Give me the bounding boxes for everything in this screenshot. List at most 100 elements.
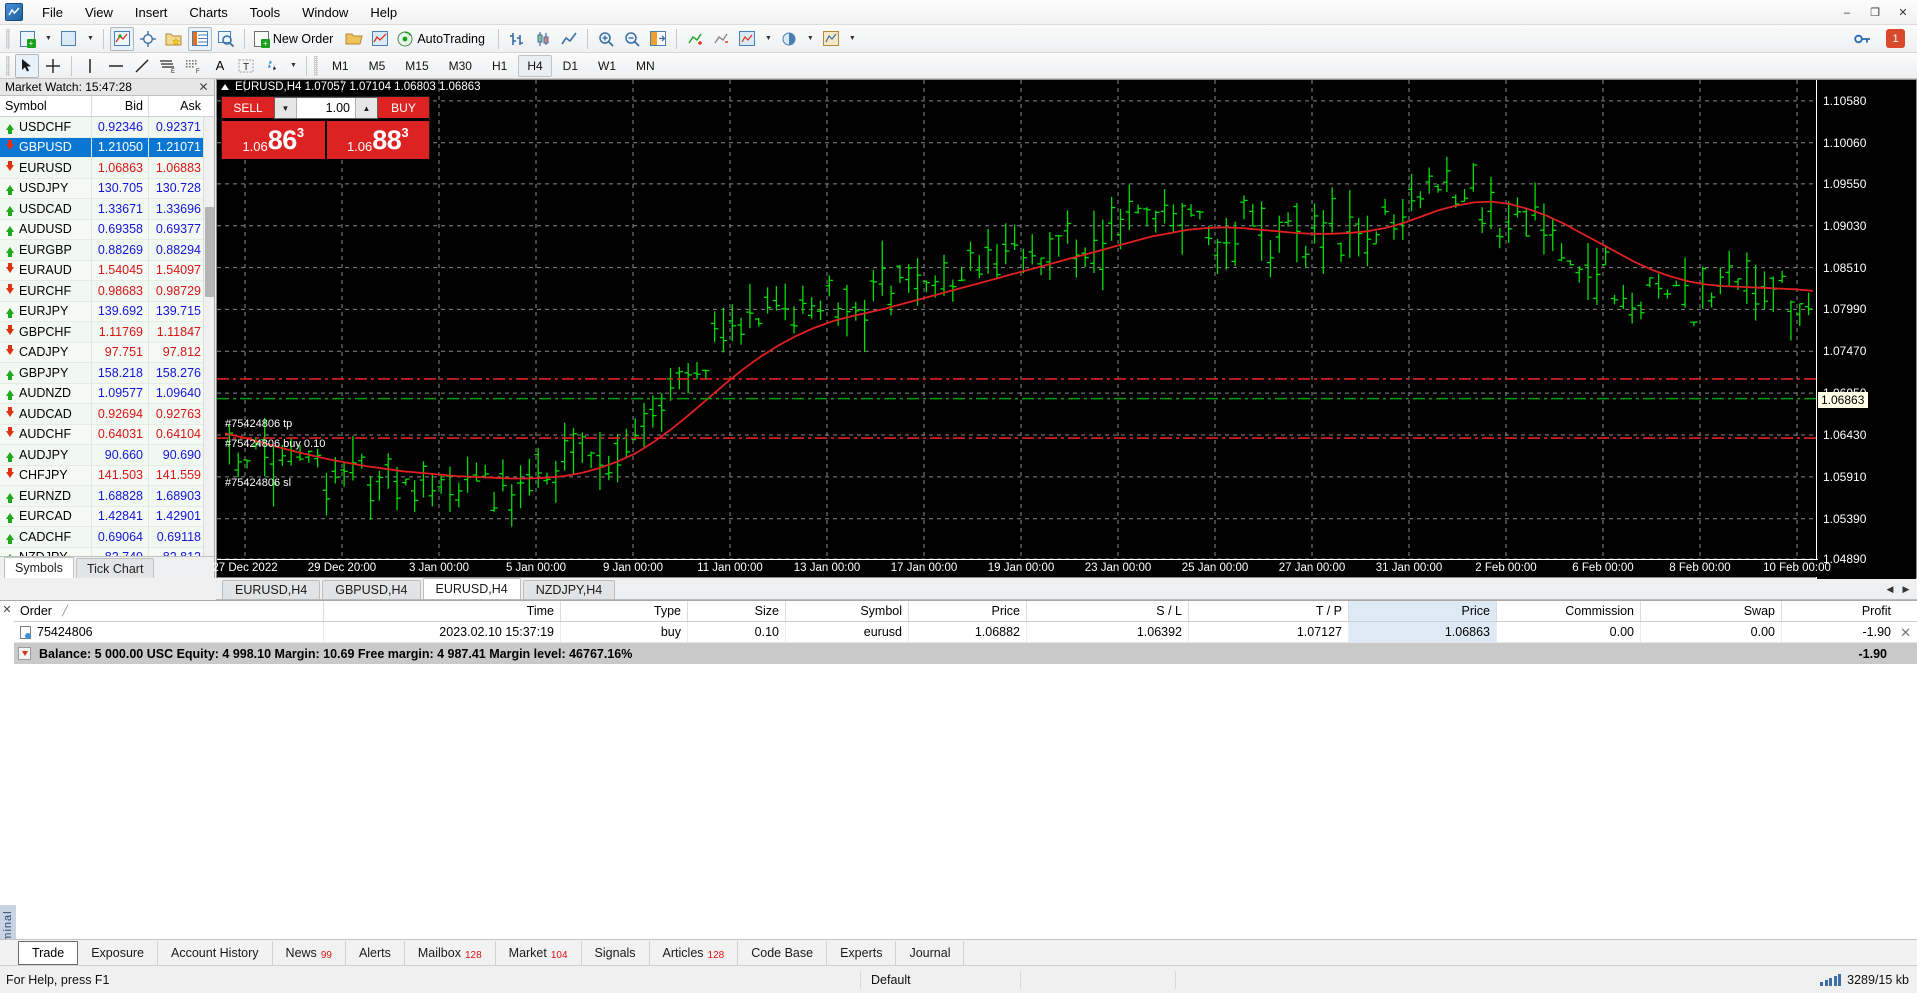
tile-windows-icon[interactable]	[57, 27, 81, 51]
timeframe-h4[interactable]: H4	[518, 54, 552, 77]
market-watch-row-audchf[interactable]: AUDCHF 0.64031 0.64104	[0, 424, 214, 445]
market-watch-scrollbar[interactable]	[203, 117, 214, 556]
buy-button[interactable]: BUY	[378, 97, 429, 119]
sell-button[interactable]: SELL	[222, 97, 274, 119]
chart-tab-nav-right[interactable]: ▶	[1899, 581, 1913, 597]
column-header-bid[interactable]: Bid	[92, 96, 149, 116]
new-chart-dropdown-icon[interactable]: ▼	[41, 27, 55, 51]
market-watch-row-usdjpy[interactable]: USDJPY 130.705 130.728	[0, 178, 214, 199]
menu-charts[interactable]: Charts	[178, 1, 238, 24]
status-connection[interactable]: 3289/15 kb	[1820, 973, 1917, 987]
terminal-close-icon[interactable]: ✕	[0, 601, 14, 651]
chart-tab-2[interactable]: EURUSD,H4	[422, 578, 521, 599]
timeframe-mn[interactable]: MN	[627, 55, 664, 77]
column-header-commission[interactable]: Commission	[1497, 601, 1641, 621]
chart-panel[interactable]: EURUSD,H4 1.07057 1.07104 1.06803 1.0686…	[212, 79, 1917, 579]
column-header-time[interactable]: Time	[324, 601, 561, 621]
column-header-price-cur[interactable]: Price	[1349, 601, 1497, 621]
market-watch-row-cadchf[interactable]: CADCHF 0.69064 0.69118	[0, 527, 214, 548]
indicator-list-icon[interactable]	[819, 27, 843, 51]
zoom-out-icon[interactable]	[620, 27, 644, 51]
favorites-icon[interactable]	[162, 27, 186, 51]
terminal-tab-account-history[interactable]: Account History	[158, 940, 273, 965]
column-header-size[interactable]: Size	[688, 601, 786, 621]
folder-icon[interactable]	[342, 27, 366, 51]
terminal-tab-trade[interactable]: Trade	[18, 940, 79, 965]
tab-tick-chart[interactable]: Tick Chart	[75, 558, 155, 578]
timeframe-h1[interactable]: H1	[483, 55, 516, 77]
auto-scroll-icon[interactable]	[646, 27, 670, 51]
market-watch-row-cadjpy[interactable]: CADJPY 97.751 97.812	[0, 342, 214, 363]
timeframe-m15[interactable]: M15	[396, 55, 437, 77]
crosshair-tool-icon[interactable]	[41, 54, 65, 78]
zoom-in-icon[interactable]	[594, 27, 618, 51]
terminal-tab-news[interactable]: News 99	[273, 940, 346, 965]
objects-icon[interactable]	[777, 27, 801, 51]
column-header-type[interactable]: Type	[561, 601, 688, 621]
terminal-tab-code-base[interactable]: Code Base	[738, 940, 828, 965]
market-watch-row-audusd[interactable]: AUDUSD 0.69358 0.69377	[0, 219, 214, 240]
terminal-tab-exposure[interactable]: Exposure	[78, 940, 159, 965]
timeframe-m30[interactable]: M30	[440, 55, 481, 77]
shapes-icon[interactable]	[260, 54, 284, 78]
new-chart-icon[interactable]: +	[15, 27, 39, 51]
candlestick-chart-icon[interactable]	[531, 27, 555, 51]
volume-increase-icon[interactable]: ▲	[355, 98, 377, 118]
horizontal-line-icon[interactable]	[104, 54, 128, 78]
close-position-icon[interactable]: ✕	[1900, 625, 1911, 641]
status-profile[interactable]: Default	[860, 970, 1020, 989]
terminal-tab-experts[interactable]: Experts	[827, 940, 897, 965]
timeframe-d1[interactable]: D1	[554, 55, 587, 77]
autotrading-button[interactable]: AutoTrading	[394, 27, 492, 51]
market-watch-row-eurcad[interactable]: EURCAD 1.42841 1.42901	[0, 506, 214, 527]
menu-view[interactable]: View	[74, 1, 124, 24]
column-header-tp[interactable]: T / P	[1189, 601, 1349, 621]
market-watch-row-gbpjpy[interactable]: GBPJPY 158.218 158.276	[0, 363, 214, 384]
menu-help[interactable]: Help	[359, 1, 408, 24]
fibonacci-icon[interactable]: E	[156, 54, 180, 78]
column-header-order[interactable]: Order ╱	[14, 601, 324, 621]
column-header-price-open[interactable]: Price	[909, 601, 1027, 621]
column-header-symbol[interactable]: Symbol	[786, 601, 909, 621]
menu-window[interactable]: Window	[291, 1, 359, 24]
chart-tab-nav-left[interactable]: ◀	[1883, 581, 1897, 597]
timeframe-w1[interactable]: W1	[589, 55, 625, 77]
terminal-tab-alerts[interactable]: Alerts	[346, 940, 405, 965]
volume-decrease-icon[interactable]: ▼	[275, 98, 297, 118]
market-watch-row-nzdjpy[interactable]: NZDJPY 82.74982.812	[0, 547, 214, 556]
indicator-list-dropdown-icon[interactable]: ▼	[845, 27, 859, 51]
tile-windows-dropdown-icon[interactable]: ▼	[83, 27, 97, 51]
table-row[interactable]: 75424806 2023.02.10 15:37:19 buy 0.10 eu…	[14, 622, 1917, 643]
timeframe-m1[interactable]: M1	[323, 55, 358, 77]
column-header-symbol[interactable]: Symbol	[0, 96, 92, 116]
chart-tab-1[interactable]: GBPUSD,H4	[322, 580, 421, 599]
shift-end-icon[interactable]	[683, 27, 707, 51]
market-watch-row-chfjpy[interactable]: CHFJPY 141.503 141.559	[0, 465, 214, 486]
terminal-tab-signals[interactable]: Signals	[582, 940, 650, 965]
market-watch-row-gbpusd[interactable]: GBPUSD 1.21050 1.21071	[0, 137, 214, 158]
timeframe-m5[interactable]: M5	[360, 55, 395, 77]
vertical-line-icon[interactable]	[78, 54, 102, 78]
market-watch-row-audcad[interactable]: AUDCAD 0.92694 0.92763	[0, 404, 214, 425]
menu-tools[interactable]: Tools	[239, 1, 291, 24]
menu-file[interactable]: File	[31, 1, 74, 24]
market-watch-row-eurgbp[interactable]: EURGBP 0.88269 0.88294	[0, 240, 214, 261]
trendline-icon[interactable]	[130, 54, 154, 78]
chart-tab-0[interactable]: EURUSD,H4	[222, 580, 321, 599]
shapes-dropdown-icon[interactable]: ▼	[286, 54, 300, 78]
minimize-button[interactable]: –	[1833, 0, 1861, 25]
line-chart-icon[interactable]	[557, 27, 581, 51]
terminal-tab-articles[interactable]: Articles 128	[650, 940, 739, 965]
bar-chart-icon[interactable]	[505, 27, 529, 51]
search-key-icon[interactable]	[1851, 27, 1875, 51]
price-axis[interactable]: 1.10580 1.10060 1.09550 1.09030 1.08510 1.079…	[1816, 80, 1916, 579]
buy-price-display[interactable]: 1.06 88 3	[326, 121, 429, 159]
terminal-tab-market[interactable]: Market 104	[496, 940, 582, 965]
tab-symbols[interactable]: Symbols	[4, 557, 74, 578]
data-window-icon[interactable]	[187, 26, 212, 51]
scrollbar-thumb[interactable]	[205, 207, 214, 297]
market-watch-row-euraud[interactable]: EURAUD 1.54045 1.54097	[0, 260, 214, 281]
one-click-trading-panel[interactable]: SELL ▼ 1.00 ▲ BUY 1.06 86 3 1.06 88 3	[221, 96, 430, 159]
text-label-icon[interactable]: A	[208, 54, 232, 78]
crosshair-icon[interactable]	[136, 27, 160, 51]
